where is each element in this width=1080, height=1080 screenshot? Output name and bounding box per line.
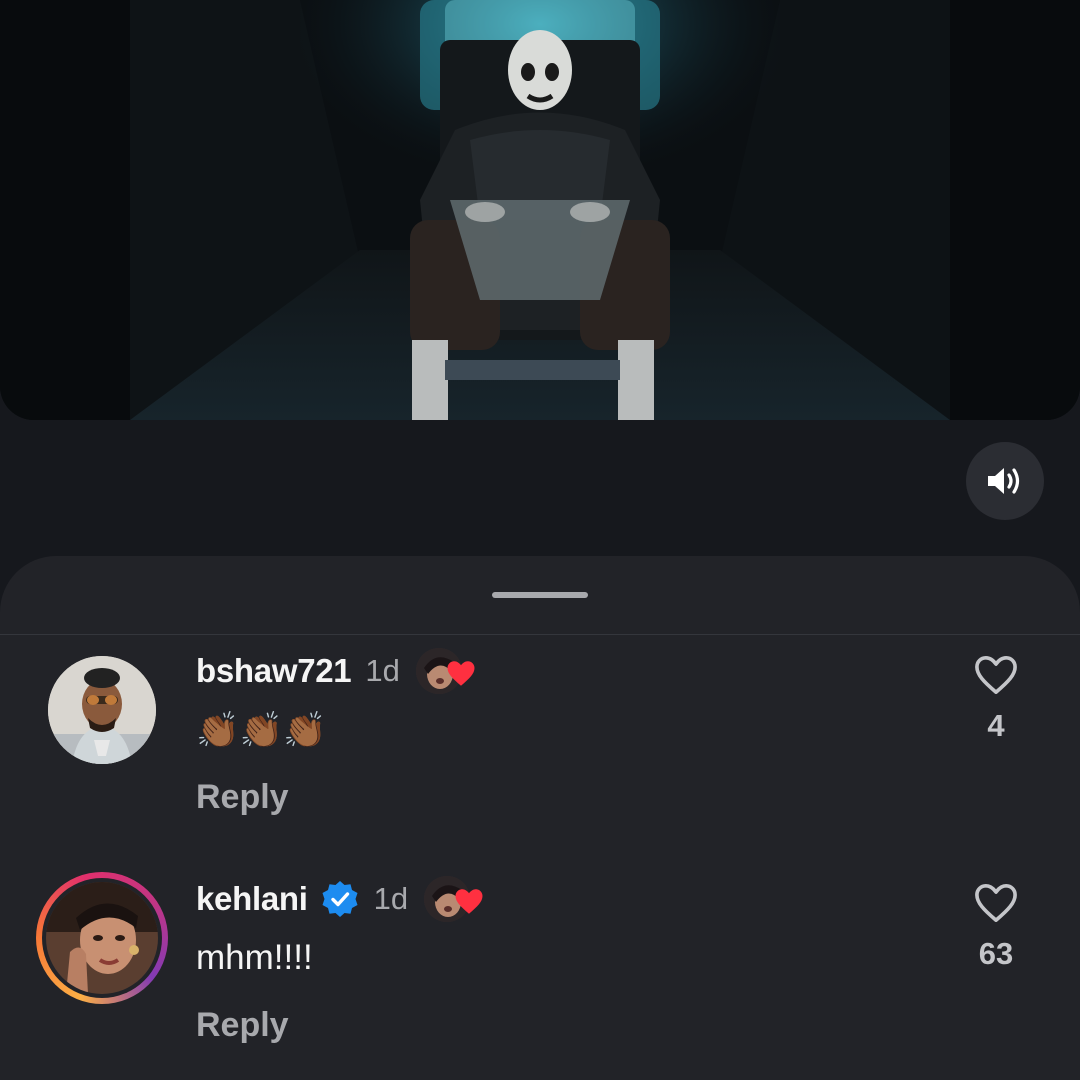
creator-liked-badge [415,648,480,694]
like-count: 4 [987,708,1005,743]
comments-sheet: bshaw721 1d 👏🏾� [0,556,1080,1080]
avatar-story-ring[interactable] [36,872,168,1004]
comment-text: mhm!!!! [196,938,313,977]
user-photo [48,656,156,764]
comment-time: 1d [365,653,400,688]
reply-button[interactable]: Reply [196,1006,289,1045]
comment-username[interactable]: bshaw721 [196,652,352,690]
creator-liked-badge [424,876,488,922]
drag-handle[interactable] [492,592,588,598]
comment-username[interactable]: kehlani [196,880,308,918]
comment-time: 1d [373,881,409,916]
comment-item: kehlani 1d mhm!!!! Reply 63 [0,872,1080,1076]
sound-toggle-button[interactable] [966,442,1044,520]
heart-filled-icon [455,889,483,914]
comment-text: 👏🏾👏🏾👏🏾 [196,711,327,750]
like-comment: 63 [962,882,1030,972]
reel-comments-screen: bshaw721 1d 👏🏾� [0,0,1080,1080]
comment-header: kehlani 1d [196,874,488,924]
verified-badge-icon [320,879,360,919]
comment-item: bshaw721 1d 👏🏾� [0,648,1080,848]
heart-outline-icon[interactable] [973,654,1019,696]
comment-header: bshaw721 1d [196,646,480,696]
avatar[interactable] [48,656,156,764]
video-frame [0,0,1080,420]
like-count: 63 [978,936,1014,971]
user-photo [46,882,158,994]
heart-outline-icon[interactable] [973,882,1019,924]
video-player[interactable] [0,0,1080,420]
like-comment: 4 [962,654,1030,744]
speaker-icon [988,468,1020,494]
sheet-divider [0,634,1080,635]
heart-filled-icon [447,661,475,686]
reply-button[interactable]: Reply [196,778,289,817]
